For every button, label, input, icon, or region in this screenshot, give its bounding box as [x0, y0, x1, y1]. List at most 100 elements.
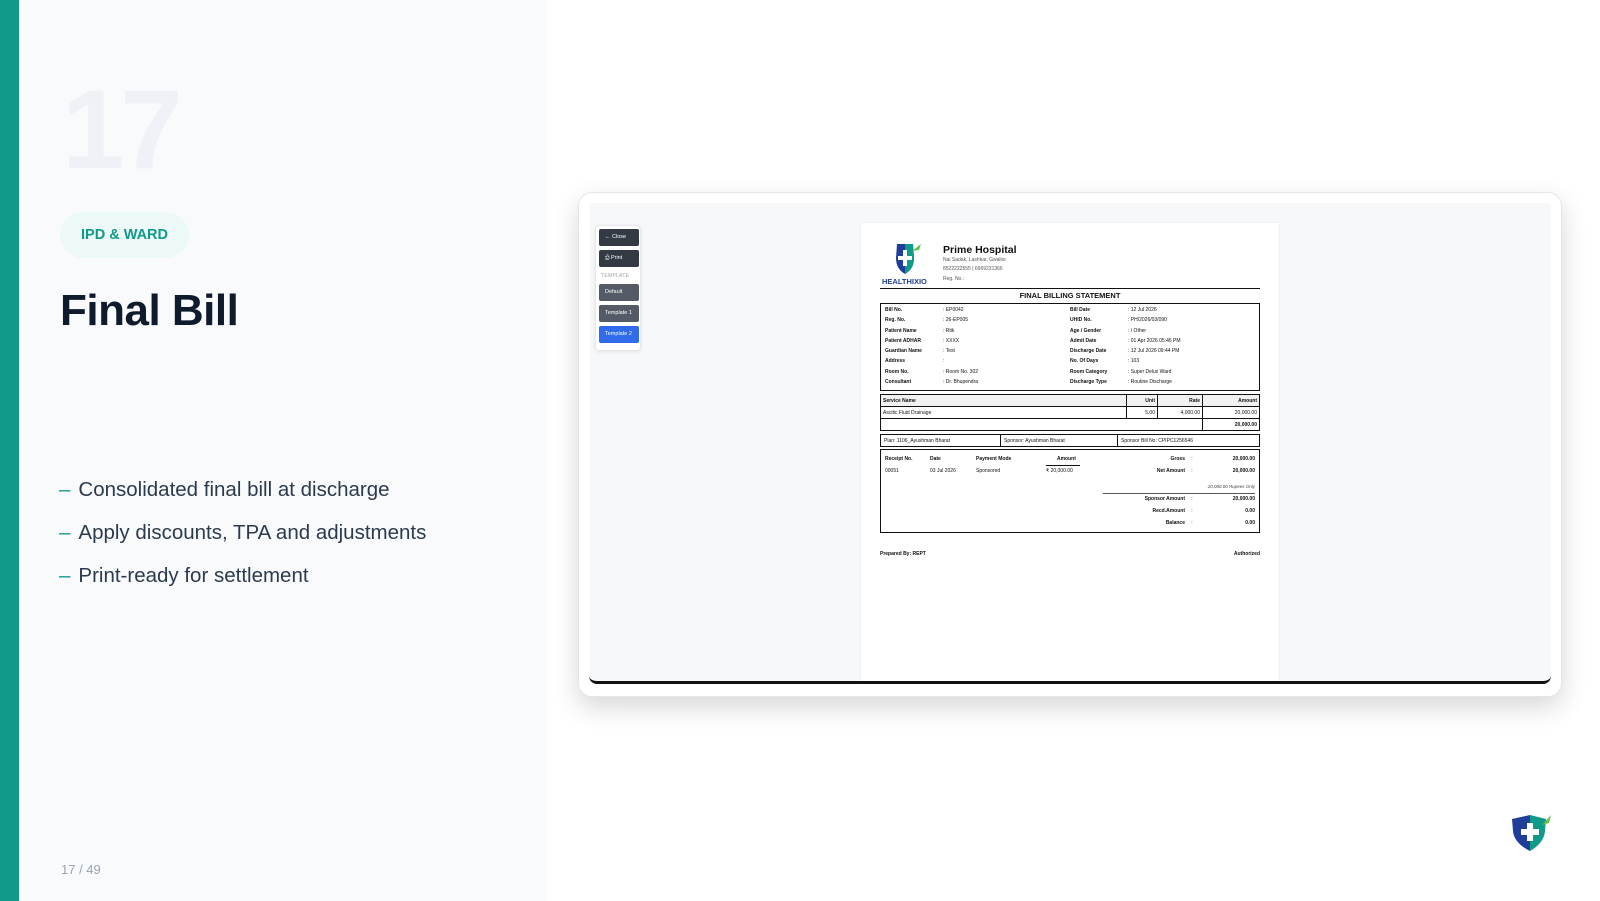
print-button[interactable]: ⎙ Print — [599, 250, 639, 267]
service-rate: 4,000.00 — [1157, 406, 1203, 419]
logo-wordmark: HEALTHIXIO — [882, 277, 927, 286]
info-row: Consultant : Dr. Bhupendra — [885, 379, 1070, 389]
info-label: Admit Date — [1070, 337, 1097, 344]
info-row: Guardian Name: Test — [885, 348, 1070, 358]
hospital-logo-icon: HEALTHIXIO — [882, 244, 927, 286]
net-sep: : — [1191, 468, 1193, 474]
bullet-marker: – — [59, 478, 71, 501]
hospital-address: Nai Sadak, Lashkar, Gwalior — [943, 257, 1007, 263]
info-row: Discharge Date : 12 Jul 2026 09:44 PM — [1070, 348, 1255, 358]
template-2-button[interactable]: Template 2 — [599, 326, 639, 343]
statement-title: FINAL BILLING STATEMENT — [1019, 291, 1121, 300]
info-value: : Dr. Bhupendra — [943, 379, 979, 386]
section-tag: IPD & WARD — [60, 212, 189, 258]
info-row: Reg. No.: 26-EP005 — [885, 317, 1070, 327]
col-receipt-no: Receipt No. — [885, 456, 913, 462]
service-table: Service Name Unit Rate Amount Ascitic Fl… — [880, 394, 1260, 431]
col-payment-mode: Payment Mode — [976, 456, 1012, 462]
net-value: 20,000.00 — [1232, 468, 1255, 474]
gross-label: Gross — [1170, 456, 1185, 462]
brand-logo-icon — [1512, 815, 1551, 851]
patient-info-right: Bill Date : 12 Jul 2026 UHID No.: PH/2026/… — [1070, 307, 1255, 388]
page-counter: 17 / 49 — [61, 862, 101, 877]
sponsor-amount-row: Sponsor Amount: 20,000.00 — [1115, 496, 1255, 502]
balance-sep: : — [1191, 520, 1193, 526]
info-value: : 12 Jul 2026 — [1128, 307, 1157, 313]
info-label: Age / Gender — [1070, 327, 1102, 334]
bill-preview-screen: ← Close ⎙ Print TEMPLATE Default Templat… — [589, 203, 1551, 684]
info-value: : 01 Apr 2026 05:46 PM — [1128, 337, 1181, 344]
col-receipt-amount: Amount — [1057, 456, 1076, 462]
info-row: Bill Date : 12 Jul 2026 — [1070, 307, 1255, 317]
bullet-item: – Apply discounts, TPA and adjustments — [59, 521, 426, 545]
recd-amount-value: 0.00 — [1245, 508, 1255, 514]
service-unit: 5.00 — [1126, 406, 1158, 419]
info-label: Bill Date — [1070, 307, 1091, 313]
info-value: : Test — [943, 348, 955, 355]
template-heading: TEMPLATE — [601, 273, 630, 279]
bullet-marker: – — [59, 564, 71, 587]
info-row: Patient ADHAR: XXXX — [885, 338, 1070, 348]
info-row: UHID No.: PH/2026/03/090 — [1070, 317, 1255, 327]
hospital-name: Prime Hospital — [943, 244, 1017, 256]
info-label: Discharge Date — [1070, 348, 1107, 355]
info-row: No. Of Days: 103 — [1070, 358, 1255, 368]
patient-info-box: Bill No.: EP0042 Reg. No.: 26-EP005 Patien… — [880, 303, 1260, 391]
info-row: Patient Name: Rtik — [885, 328, 1070, 338]
arrow-left-icon: ← — [605, 234, 611, 240]
template-default-button[interactable]: Default — [599, 284, 639, 301]
info-label: Consultant — [885, 379, 912, 386]
col-receipt-date: Date — [930, 456, 941, 462]
screenshot-frame: ← Close ⎙ Print TEMPLATE Default Templat… — [578, 192, 1562, 697]
bullet-list: – Consolidated final bill at discharge – A… — [59, 478, 426, 607]
print-toolbar: ← Close ⎙ Print TEMPLATE Default Templat… — [595, 225, 641, 351]
totals-divider — [1103, 493, 1255, 494]
plan-row: Plan: 1106_Ayushman Bharat Sponsor: Ayus… — [880, 434, 1260, 447]
info-label: Room No. — [885, 368, 909, 375]
bullet-text: Consolidated final bill at discharge — [78, 478, 390, 501]
recd-amount-row: Recd.Amount: 0.00 — [1115, 508, 1256, 514]
info-label: Patient ADHAR — [885, 337, 921, 344]
service-total: 20,000.00 — [1202, 418, 1260, 431]
info-value: : 12 Jul 2026 09:44 PM — [1128, 348, 1180, 355]
balance-row: Balance: 0.00 — [1115, 520, 1255, 526]
info-value: : / Other — [1128, 327, 1147, 334]
hospital-phone: 8522222555 | 6969231366 — [943, 266, 1003, 272]
sponsor-amount-label: Sponsor Amount — [1144, 496, 1185, 502]
bill-footer: Prepared By: REPT Authorized — [880, 551, 1260, 561]
gross-row: Gross: 20,000.00 — [1115, 456, 1255, 462]
receipt-no: 00051 — [885, 468, 899, 474]
info-value: : Super Delux Ward — [1128, 368, 1172, 375]
close-button[interactable]: ← Close — [599, 229, 639, 246]
info-label: No. Of Days — [1070, 358, 1099, 365]
receipt-amount: ₹ 20,000.00 — [1046, 468, 1073, 474]
col-rate: Rate — [1157, 394, 1203, 407]
info-value: : Routine Discharge — [1128, 379, 1172, 386]
service-header-row: Service Name Unit Rate Amount — [880, 394, 1260, 407]
gross-value: 20,000.00 — [1232, 456, 1255, 462]
info-row: Bill No.: EP0042 — [885, 307, 1070, 317]
sponsor-sep: : — [1191, 496, 1193, 502]
authorized-signature: Authorized — [1233, 551, 1260, 557]
balance-value: 0.00 — [1245, 520, 1255, 526]
bill-document: HEALTHIXIO Prime Hospital Nai Sadak, Las… — [861, 223, 1279, 681]
gross-sep: : — [1191, 456, 1193, 462]
col-service-name: Service Name — [880, 394, 1127, 407]
bullet-item: – Print-ready for settlement — [59, 564, 426, 588]
service-total-spacer — [880, 418, 1203, 431]
info-row: Admit Date : 01 Apr 2026 05:46 PM — [1070, 338, 1255, 348]
bullet-text: Print-ready for settlement — [78, 564, 309, 587]
template-1-button[interactable]: Template 1 — [599, 305, 639, 322]
info-row: Discharge Type: Routine Discharge — [1070, 379, 1255, 389]
balance-label: Balance — [1165, 520, 1185, 526]
info-label: UHID No. — [1070, 317, 1092, 324]
bullet-text: Apply discounts, TPA and adjustments — [78, 521, 427, 544]
hospital-reg: Reg. No.: — [943, 276, 965, 282]
info-value: : — [943, 358, 945, 365]
recd-amount-label: Recd.Amount — [1152, 508, 1186, 514]
slide-title: Final Bill — [60, 286, 239, 335]
net-label: Net Amount — [1156, 468, 1185, 474]
amount-in-words: 20,000.00 Rupees Only — [1207, 484, 1255, 489]
printer-icon: ⎙ — [605, 255, 610, 261]
sponsor-name: Sponsor: Ayushman Bharat — [1001, 435, 1118, 446]
